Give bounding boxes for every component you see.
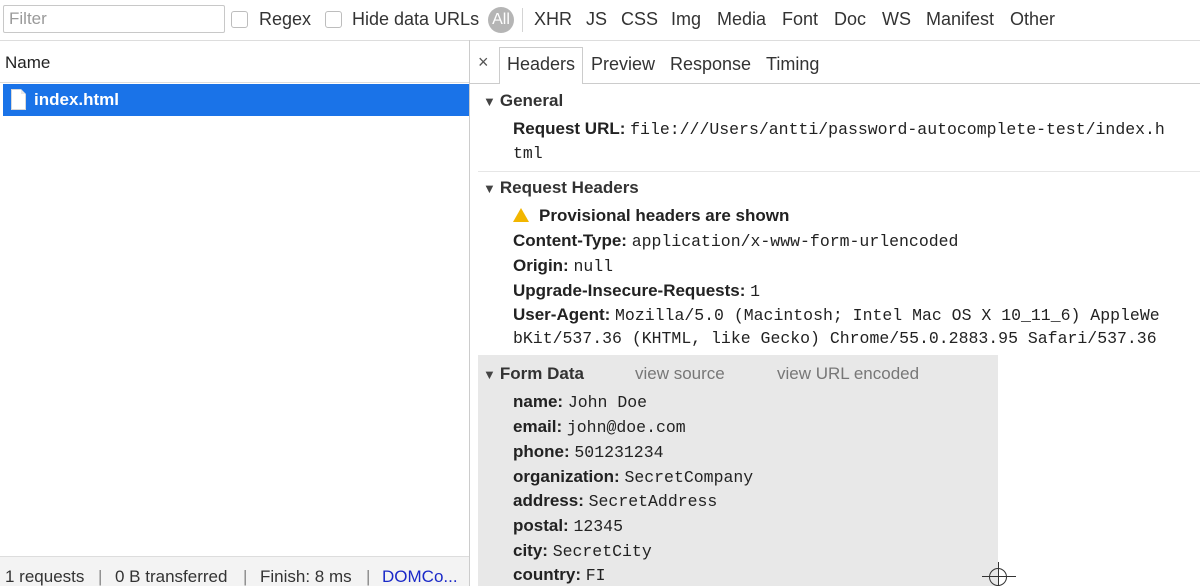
form-field-row: postal: 12345	[513, 516, 623, 536]
form-field-row: phone: 501231234	[513, 442, 664, 462]
name-column-header[interactable]: Name	[5, 53, 50, 73]
type-filter-img[interactable]: Img	[671, 9, 701, 30]
request-url-row: Request URL: file:///Users/antti/passwor…	[513, 119, 1165, 139]
view-source-link[interactable]: view source	[635, 364, 725, 384]
type-filter-all[interactable]: All	[488, 7, 514, 33]
form-field-value: john@doe.com	[566, 418, 686, 437]
form-field-value: SecretCity	[552, 542, 652, 561]
form-field-key: phone:	[513, 442, 570, 461]
general-section-toggle[interactable]: ▼ General	[483, 91, 563, 111]
view-url-encoded-link[interactable]: view URL encoded	[777, 364, 919, 384]
form-field-row: country: FI	[513, 565, 606, 585]
form-data-section-toggle[interactable]: ▼ Form Data	[483, 364, 584, 384]
warning-icon	[513, 208, 529, 222]
upgrade-insecure-key: Upgrade-Insecure-Requests:	[513, 281, 746, 300]
type-filter-js[interactable]: JS	[586, 9, 607, 30]
triangle-down-icon: ▼	[483, 181, 496, 196]
tab-timing[interactable]: Timing	[766, 54, 819, 75]
pane-splitter[interactable]	[469, 40, 470, 586]
form-field-row: name: John Doe	[513, 392, 647, 412]
hide-data-urls-label[interactable]: Hide data URLs	[352, 9, 479, 30]
network-filter-toolbar: Regex Hide data URLs All XHR JS CSS Img …	[0, 0, 1200, 40]
form-field-key: address:	[513, 491, 584, 510]
content-type-key: Content-Type:	[513, 231, 627, 250]
network-status-bar: 1 requests | 0 B transferred | Finish: 8…	[0, 556, 469, 586]
user-agent-value-cont: bKit/537.36 (KHTML, like Gecko) Chrome/5…	[513, 329, 1157, 348]
regex-label[interactable]: Regex	[259, 9, 311, 30]
type-filter-xhr[interactable]: XHR	[534, 9, 572, 30]
origin-value: null	[573, 257, 614, 276]
form-field-value: John Doe	[567, 393, 648, 412]
user-agent-value: Mozilla/5.0 (Macintosh; Intel Mac OS X 1…	[615, 306, 1160, 325]
form-field-value: FI	[585, 566, 606, 585]
status-separator: |	[366, 567, 371, 586]
provisional-warning: Provisional headers are shown	[513, 206, 789, 226]
type-filter-media[interactable]: Media	[717, 9, 766, 30]
form-field-row: city: SecretCity	[513, 541, 652, 561]
form-field-key: email:	[513, 417, 563, 436]
content-type-value: application/x-www-form-urlencoded	[631, 232, 959, 251]
regex-checkbox[interactable]	[231, 11, 248, 28]
upgrade-insecure-row: Upgrade-Insecure-Requests: 1	[513, 281, 760, 301]
finish-time: Finish: 8 ms	[260, 567, 352, 586]
form-field-row: address: SecretAddress	[513, 491, 717, 511]
request-row[interactable]: index.html	[3, 84, 469, 116]
type-filter-ws[interactable]: WS	[882, 9, 911, 30]
transferred-size: 0 B transferred	[115, 567, 228, 586]
user-agent-row: User-Agent: Mozilla/5.0 (Macintosh; Inte…	[513, 305, 1160, 325]
type-filter-css[interactable]: CSS	[621, 9, 658, 30]
tab-response[interactable]: Response	[670, 54, 751, 75]
filter-input[interactable]	[3, 5, 225, 33]
form-field-row: email: john@doe.com	[513, 417, 686, 437]
toolbar-divider	[522, 8, 523, 32]
type-filter-font[interactable]: Font	[782, 9, 818, 30]
form-field-value: SecretAddress	[588, 492, 718, 511]
form-field-row: organization: SecretCompany	[513, 467, 753, 487]
content-type-row: Content-Type: application/x-www-form-url…	[513, 231, 958, 251]
origin-row: Origin: null	[513, 256, 613, 276]
request-headers-section-title: Request Headers	[499, 178, 639, 197]
crosshair-cursor-icon	[989, 568, 1007, 586]
form-field-key: name:	[513, 392, 564, 411]
detail-tab-bar: × Headers Preview Response Timing	[470, 41, 1200, 84]
domcontentloaded-time: DOMCo...	[382, 567, 458, 586]
form-data-section-title: Form Data	[499, 364, 584, 383]
tab-preview[interactable]: Preview	[591, 54, 655, 75]
form-field-key: country:	[513, 565, 581, 584]
request-url-value-cont: tml	[513, 144, 543, 163]
request-url-value: file:///Users/antti/password-autocomplet…	[630, 120, 1165, 139]
requests-count: 1 requests	[5, 567, 85, 586]
section-divider	[478, 171, 1200, 172]
upgrade-insecure-value: 1	[750, 282, 761, 301]
request-list-header: Name	[0, 41, 469, 83]
type-filter-other[interactable]: Other	[1010, 9, 1055, 30]
form-field-value: 12345	[573, 517, 623, 536]
form-field-value: SecretCompany	[624, 468, 754, 487]
triangle-down-icon: ▼	[483, 94, 496, 109]
form-field-key: organization:	[513, 467, 620, 486]
status-separator: |	[243, 567, 248, 586]
request-name: index.html	[34, 90, 120, 109]
type-filter-manifest[interactable]: Manifest	[926, 9, 994, 30]
triangle-down-icon: ▼	[483, 367, 496, 382]
type-filter-doc[interactable]: Doc	[834, 9, 866, 30]
request-url-key: Request URL:	[513, 119, 626, 138]
document-icon	[11, 89, 26, 110]
tab-headers[interactable]: Headers	[499, 47, 584, 84]
origin-key: Origin:	[513, 256, 569, 275]
general-section-title: General	[499, 91, 564, 110]
user-agent-key: User-Agent:	[513, 305, 611, 324]
hide-data-urls-checkbox[interactable]	[325, 11, 342, 28]
provisional-warning-text: Provisional headers are shown	[539, 206, 790, 225]
close-icon[interactable]: ×	[478, 52, 489, 73]
request-headers-section-toggle[interactable]: ▼ Request Headers	[483, 178, 639, 198]
status-separator: |	[98, 567, 103, 586]
form-field-key: postal:	[513, 516, 569, 535]
form-field-value: 501231234	[574, 443, 664, 462]
form-field-key: city:	[513, 541, 548, 560]
